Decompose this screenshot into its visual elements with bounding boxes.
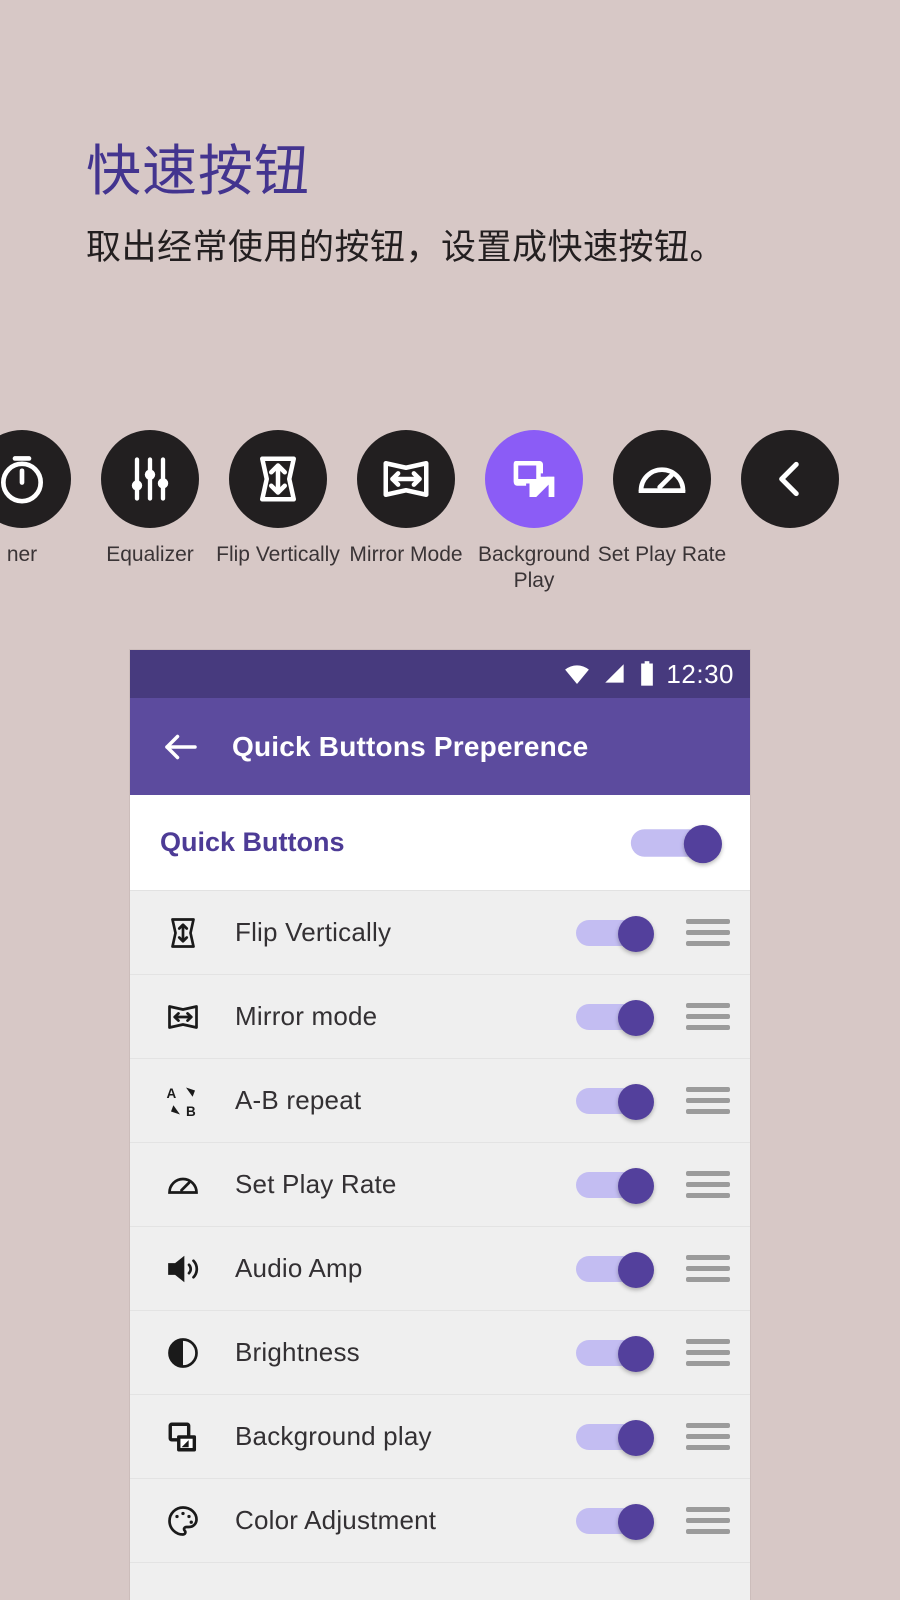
- icon-cell-flip-vertically[interactable]: Flip Vertically: [214, 430, 342, 568]
- icon-cell-equalizer[interactable]: Equalizer: [86, 430, 214, 568]
- row-label: Set Play Rate: [235, 1169, 397, 1199]
- flip-vertically-icon[interactable]: [229, 430, 327, 528]
- signal-icon: [605, 664, 625, 683]
- drag-handle-icon[interactable]: [686, 1003, 730, 1030]
- page-subtitle: 取出经常使用的按钮，设置成快速按钮。: [86, 228, 726, 268]
- table-row[interactable]: Color Adjustment: [130, 1479, 750, 1563]
- row-toggle[interactable]: [576, 1083, 654, 1120]
- drag-handle-icon[interactable]: [686, 1423, 730, 1450]
- row-toggle[interactable]: [576, 1167, 654, 1204]
- drag-handle-icon[interactable]: [686, 1255, 730, 1282]
- table-row[interactable]: Flip Vertically: [130, 891, 750, 975]
- row-toggle[interactable]: [576, 915, 654, 952]
- table-row[interactable]: Set Play Rate: [130, 1143, 750, 1227]
- row-label: Flip Vertically: [235, 917, 392, 947]
- row-label: Mirror mode: [235, 1001, 378, 1031]
- row-toggle[interactable]: [576, 999, 654, 1036]
- row-toggle[interactable]: [576, 1503, 654, 1540]
- status-time: 12:30: [666, 658, 734, 689]
- row-toggle[interactable]: [576, 1251, 654, 1288]
- icon-cell-sleep-timer[interactable]: ner: [0, 430, 86, 568]
- svg-text:A: A: [167, 1086, 177, 1101]
- back-arrow-icon[interactable]: [160, 726, 202, 768]
- toggle-thumb: [683, 824, 722, 863]
- table-row[interactable]: A B A-B repeat: [130, 1059, 750, 1143]
- table-row[interactable]: Background play: [130, 1395, 750, 1479]
- promo-heading-block: 快速按钮 取出经常使用的按钮，设置成快速按钮。: [86, 140, 866, 271]
- sleep-timer-icon[interactable]: [0, 430, 71, 528]
- table-row[interactable]: Audio Amp: [130, 1227, 750, 1311]
- equalizer-icon[interactable]: [101, 430, 199, 528]
- chevron-left-icon[interactable]: [741, 430, 839, 528]
- set-play-rate-icon: [160, 1167, 206, 1203]
- drag-handle-icon[interactable]: [686, 919, 730, 946]
- quick-buttons-master-row[interactable]: Quick Buttons: [130, 795, 750, 891]
- icon-cell-set-play-rate[interactable]: Set Play Rate: [598, 430, 726, 568]
- row-label: Audio Amp: [235, 1253, 363, 1283]
- toggle-thumb: [618, 1335, 654, 1372]
- background-play-icon[interactable]: [485, 430, 583, 528]
- quick-buttons-master-toggle[interactable]: [630, 824, 722, 863]
- app-bar-title: Quick Buttons Preperence: [232, 730, 589, 762]
- toggle-thumb: [618, 1167, 654, 1204]
- ab-repeat-icon: A B: [160, 1083, 206, 1119]
- icon-label: Flip Vertically: [216, 543, 340, 566]
- row-label: Brightness: [235, 1337, 360, 1367]
- page-title: 快速按钮: [86, 140, 311, 202]
- drag-handle-icon[interactable]: [686, 1087, 730, 1114]
- icon-label: Equalizer: [106, 543, 194, 566]
- quick-buttons-master-label: Quick Buttons: [160, 827, 345, 857]
- toggle-thumb: [618, 1083, 654, 1120]
- set-play-rate-icon[interactable]: [613, 430, 711, 528]
- brightness-icon: [160, 1335, 206, 1371]
- toggle-thumb: [618, 999, 654, 1036]
- toggle-thumb: [618, 915, 654, 952]
- drag-handle-icon[interactable]: [686, 1507, 730, 1534]
- mirror-mode-icon: [160, 999, 206, 1035]
- icon-cell-background-play[interactable]: Background Play: [470, 430, 598, 593]
- table-row[interactable]: Brightness: [130, 1311, 750, 1395]
- icon-cell-previous[interactable]: [726, 430, 854, 542]
- icon-label: Background Play: [477, 543, 591, 592]
- drag-handle-icon[interactable]: [686, 1339, 730, 1366]
- row-toggle[interactable]: [576, 1335, 654, 1372]
- toggle-thumb: [618, 1251, 654, 1288]
- color-adjustment-icon: [160, 1503, 206, 1539]
- table-row[interactable]: Mirror mode: [130, 975, 750, 1059]
- toggle-thumb: [618, 1503, 654, 1540]
- icon-cell-mirror-mode[interactable]: Mirror Mode: [342, 430, 470, 568]
- promo-page: 快速按钮 取出经常使用的按钮，设置成快速按钮。 ner Equalizer Fl…: [0, 0, 900, 1600]
- battery-icon: [641, 661, 654, 686]
- wifi-icon: [565, 665, 590, 684]
- svg-text:B: B: [186, 1104, 196, 1119]
- quick-buttons-list: Flip Vertically Mirror mode A B A-B repe…: [130, 891, 750, 1563]
- row-toggle[interactable]: [576, 1419, 654, 1456]
- mirror-mode-icon[interactable]: [357, 430, 455, 528]
- audio-amp-icon: [160, 1251, 206, 1287]
- row-label: Color Adjustment: [235, 1505, 437, 1535]
- background-play-icon: [160, 1420, 206, 1454]
- flip-vertically-icon: [160, 915, 206, 951]
- icon-label: Set Play Rate: [597, 543, 727, 566]
- status-bar: 12:30: [130, 650, 750, 698]
- row-label: A-B repeat: [235, 1085, 362, 1115]
- app-bar: Quick Buttons Preperence: [130, 698, 750, 795]
- drag-handle-icon[interactable]: [686, 1171, 730, 1198]
- quick-buttons-icon-strip: ner Equalizer Flip Vertically Mirror Mod…: [0, 430, 900, 610]
- icon-label: ner: [6, 543, 38, 566]
- phone-mockup: 12:30 Quick Buttons Preperence Quick But…: [130, 650, 750, 1600]
- row-label: Background play: [235, 1421, 432, 1451]
- icon-label: Mirror Mode: [349, 543, 463, 566]
- toggle-thumb: [618, 1419, 654, 1456]
